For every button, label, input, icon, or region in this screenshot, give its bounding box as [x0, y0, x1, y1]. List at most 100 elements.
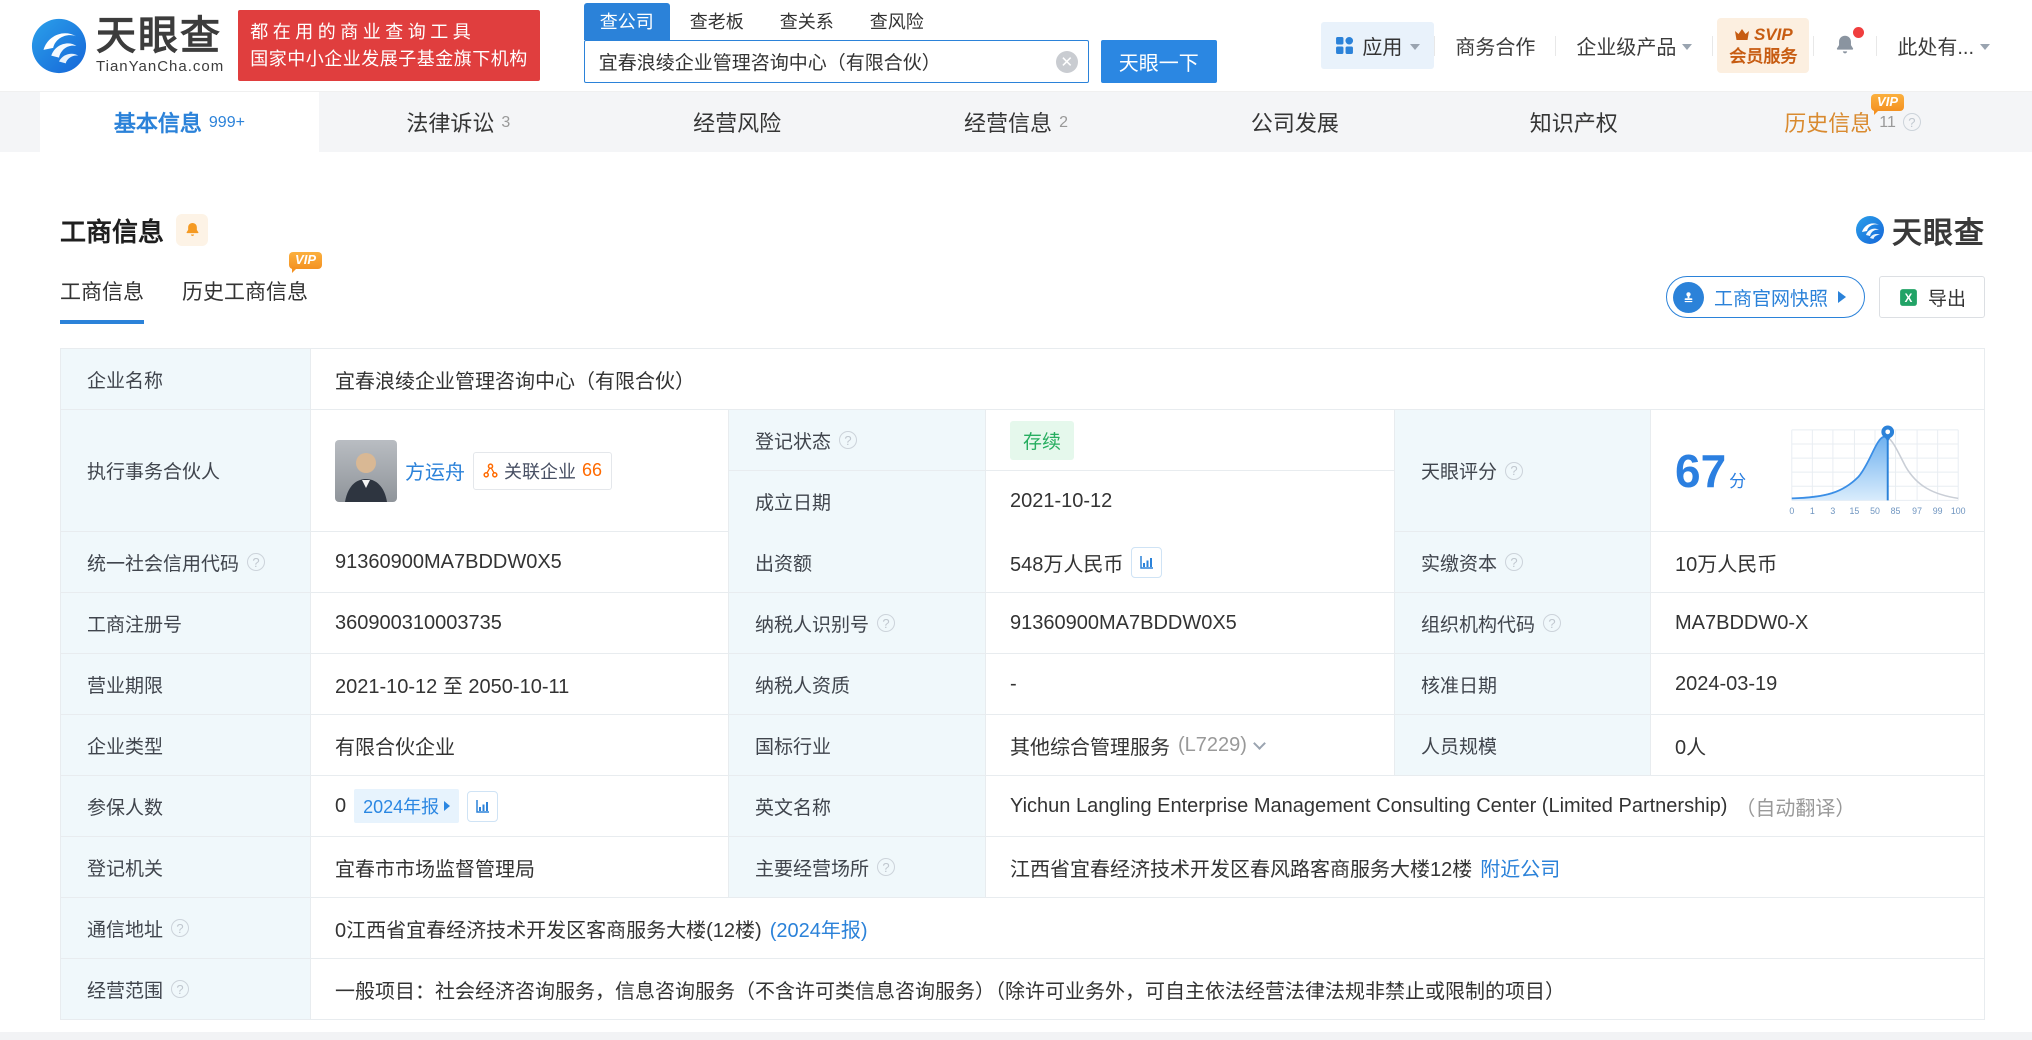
table-row: 企业名称 宜春浪绫企业管理咨询中心（有限合伙）: [61, 349, 1985, 410]
industry-value: 其他综合管理服务 (L7229): [986, 715, 1395, 776]
score-cell: 67 分 0 1 3 15 50 85 97 99 100: [1651, 410, 1985, 532]
capital-trend-button[interactable]: [1131, 546, 1163, 578]
help-icon[interactable]: [171, 919, 190, 937]
table-row: 工商注册号 360900310003735 纳税人识别号 91360900MA7…: [61, 593, 1985, 654]
search-tab-risk[interactable]: 查风险: [854, 3, 940, 40]
brand-domain: TianYanCha.com: [96, 58, 225, 75]
address-value: 0江西省宜春经济技术开发区客商服务大楼(12楼) (2024年报): [311, 898, 1985, 959]
table-row: 经营范围 一般项目：社会经济咨询服务，信息咨询服务（不含许可类信息咨询服务）（除…: [61, 959, 1985, 1020]
official-snapshot-button[interactable]: 工商官网快照: [1665, 276, 1865, 318]
tab-history-info[interactable]: VIP 历史信息 11: [1713, 92, 1992, 152]
tab-operation-risk[interactable]: 经营风险: [598, 92, 877, 152]
search-button[interactable]: 天眼一下: [1100, 40, 1217, 83]
watermark-logo: 天眼查: [1855, 208, 1985, 252]
english-name-value: Yichun Langling Enterprise Management Co…: [986, 776, 1985, 837]
svg-text:3: 3: [1830, 506, 1835, 516]
related-companies-badge[interactable]: 关联企业 66: [473, 451, 613, 490]
chevron-down-icon: [1410, 44, 1421, 50]
help-icon[interactable]: [247, 553, 266, 571]
table-row: 营业期限 2021-10-12 至 2050-10-11 纳税人资质 - 核准日…: [61, 654, 1985, 715]
subtab-business-info[interactable]: 工商信息: [60, 276, 144, 324]
svg-text:97: 97: [1912, 506, 1922, 516]
help-icon[interactable]: [1543, 614, 1562, 632]
help-icon[interactable]: [839, 431, 858, 449]
field-label: 主要经营场所: [729, 837, 986, 898]
field-label: 国标行业: [729, 715, 986, 776]
tab-operation-info[interactable]: 经营信息 2: [877, 92, 1156, 152]
search-input-value: 宜春浪绫企业管理咨询中心（有限合伙）: [598, 53, 941, 74]
search-tab-relation[interactable]: 查关系: [764, 3, 850, 40]
help-icon[interactable]: [1505, 461, 1524, 480]
excel-icon: X: [1900, 288, 1917, 306]
search-tab-company[interactable]: 查公司: [583, 3, 670, 40]
search-tabs: 查公司 查老板 查关系 查风险: [583, 3, 1217, 40]
insured-trend-button[interactable]: [467, 790, 499, 822]
table-row: 统一社会信用代码 91360900MA7BDDW0X5 出资额 548万人民币 …: [61, 532, 1985, 593]
user-account-menu[interactable]: 此处有...: [1877, 31, 2010, 60]
apps-menu[interactable]: 应用: [1321, 22, 1435, 69]
search-input[interactable]: 宜春浪绫企业管理咨询中心（有限合伙） ✕: [583, 40, 1089, 83]
capital-value: 548万人民币: [986, 532, 1395, 593]
field-label: 统一社会信用代码: [61, 532, 311, 593]
subtab-history-business-info[interactable]: VIP 历史工商信息: [182, 252, 322, 324]
svg-text:1: 1: [1810, 506, 1815, 516]
vip-badge: VIP: [1871, 94, 1905, 116]
help-icon[interactable]: [1902, 113, 1921, 131]
table-row: 企业类型 有限合伙企业 国标行业 其他综合管理服务 (L7229) 人员规模 0…: [61, 715, 1985, 776]
field-label: 企业类型: [61, 715, 311, 776]
vip-badge: VIP: [289, 252, 322, 274]
org-code-value: MA7BDDW0-X: [1651, 593, 1985, 654]
business-cooperation-link[interactable]: 商务合作: [1435, 31, 1555, 60]
help-icon[interactable]: [171, 980, 190, 998]
svg-text:15: 15: [1850, 506, 1860, 516]
annual-report-link[interactable]: (2024年报): [770, 914, 868, 943]
tianyancha-company-page: 天眼查 TianYanCha.com 都在用的商业查询工具 国家中小企业发展子基…: [0, 0, 2032, 1040]
chevron-down-icon: [1980, 44, 1990, 50]
partner-cell: 方运舟 关联企业 66: [311, 410, 729, 532]
subscribe-bell-button[interactable]: [176, 214, 209, 246]
credit-code-value: 91360900MA7BDDW0X5: [311, 532, 729, 593]
clear-search-icon[interactable]: ✕: [1055, 50, 1078, 73]
chevron-down-icon[interactable]: [1253, 736, 1266, 750]
svip-member-button[interactable]: SVIP 会员服务: [1717, 18, 1810, 73]
help-icon[interactable]: [877, 614, 896, 632]
table-row: 通信地址 0江西省宜春经济技术开发区客商服务大楼(12楼) (2024年报): [61, 898, 1985, 959]
paid-capital-value: 10万人民币: [1651, 532, 1985, 593]
help-icon[interactable]: [877, 858, 896, 876]
field-label: 英文名称: [729, 776, 986, 837]
page-bottom-strip: [0, 1032, 2032, 1040]
score-value: 67: [1675, 444, 1727, 497]
enterprise-products-menu[interactable]: 企业级产品: [1556, 31, 1712, 60]
field-label: 经营范围: [61, 959, 311, 1020]
nearby-companies-link[interactable]: 附近公司: [1480, 853, 1560, 882]
promo-line1: 都在用的商业查询工具: [250, 22, 476, 43]
search-tab-boss[interactable]: 查老板: [674, 3, 760, 40]
field-label: 天眼评分: [1395, 410, 1651, 532]
company-section-tabs: 基本信息 999+ 法律诉讼 3 经营风险 经营信息 2 公司发展 知识产权 VIP …: [0, 92, 2032, 152]
field-label: 工商注册号: [61, 593, 311, 654]
tianyancha-logo-icon: [1856, 216, 1884, 244]
field-label: 登记机关: [61, 837, 311, 898]
main-location-value: 江西省宜春经济技术开发区春风路客商服务大楼12楼 附近公司: [986, 837, 1985, 898]
tab-intellectual-property[interactable]: 知识产权: [1434, 92, 1713, 152]
reg-authority-value: 宜春市市场监督管理局: [311, 837, 729, 898]
partner-avatar[interactable]: [335, 439, 397, 502]
notifications-button[interactable]: [1814, 26, 1876, 59]
tab-legal-litigation[interactable]: 法律诉讼 3: [319, 92, 598, 152]
notification-dot: [1853, 26, 1865, 38]
taxpayer-qualification-value: -: [986, 654, 1395, 715]
tianyancha-logo[interactable]: 天眼查 TianYanCha.com: [30, 16, 224, 75]
field-label: 登记状态: [729, 410, 986, 471]
tab-basic-info[interactable]: 基本信息 999+: [40, 92, 319, 152]
export-button[interactable]: X 导出: [1878, 276, 1985, 318]
tab-company-development[interactable]: 公司发展: [1155, 92, 1434, 152]
help-icon[interactable]: [1505, 553, 1524, 571]
arrow-right-icon: [1837, 291, 1846, 303]
business-info-table: 企业名称 宜春浪绫企业管理咨询中心（有限合伙） 执行事务合伙人 方运舟 关联企业…: [60, 348, 1985, 1020]
partner-name-link[interactable]: 方运舟: [405, 456, 465, 485]
annual-report-badge[interactable]: 2024年报: [354, 789, 460, 823]
svg-text:85: 85: [1891, 506, 1901, 516]
reg-number-value: 360900310003735: [311, 593, 729, 654]
insured-count-value: 0 2024年报: [311, 776, 729, 837]
apps-grid-icon: [1336, 36, 1354, 54]
